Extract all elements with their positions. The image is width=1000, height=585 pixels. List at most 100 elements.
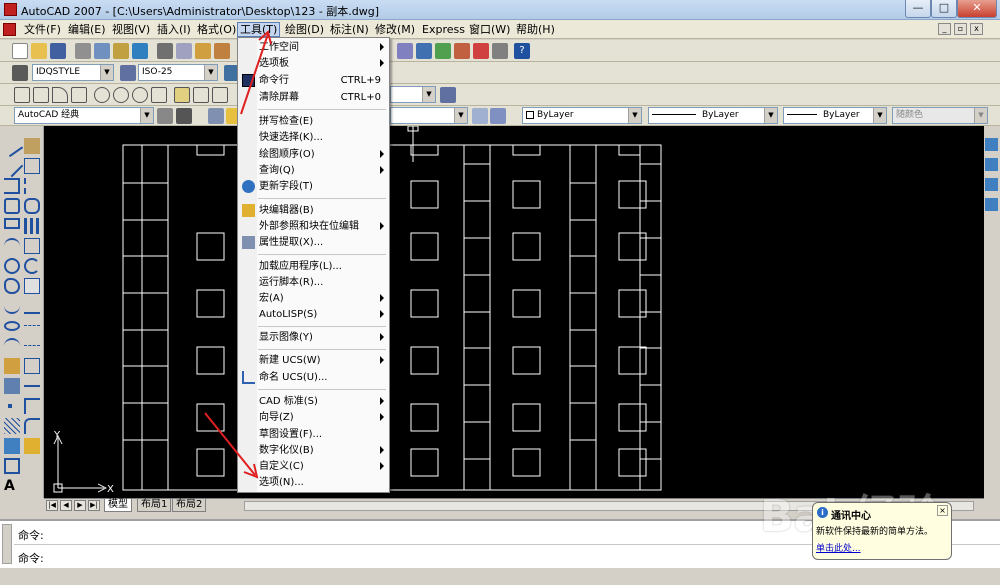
polyline-icon[interactable] [4,178,20,194]
mirror-icon[interactable] [24,178,40,194]
balloon-close-icon[interactable]: × [937,505,948,516]
menu-view[interactable]: 视图(V) [110,22,152,37]
ucs-icon[interactable] [985,138,998,151]
construction-line-icon[interactable] [0,154,24,178]
ucs-previous-icon[interactable] [985,178,998,191]
copy-icon[interactable] [176,43,192,59]
menu-item-inquiry[interactable]: 查询(Q) [238,163,389,179]
menu-item-load-application[interactable]: 加载应用程序(L)... [238,259,389,275]
menu-modify[interactable]: 修改(M) [373,22,417,37]
autocad-app-icon[interactable] [4,3,17,16]
save-workspace-icon[interactable] [176,108,192,124]
make-current-layer-icon[interactable] [472,108,488,124]
tab-model[interactable]: 模型 [104,499,132,512]
aligned-dim-icon[interactable] [33,87,49,103]
workspace-settings-icon[interactable] [157,108,173,124]
new-icon[interactable] [12,43,28,59]
trim-icon[interactable] [24,325,40,341]
dim-style-icon[interactable] [440,87,456,103]
linear-dim-icon[interactable] [14,87,30,103]
menu-item-workspaces[interactable]: 工作空间 [238,40,389,56]
revision-cloud-icon[interactable] [4,278,20,294]
help-icon[interactable]: ? [514,43,530,59]
ordinate-dim-icon[interactable] [71,87,87,103]
menu-file[interactable]: 文件(F) [22,22,63,37]
design-center-icon[interactable] [435,43,451,59]
rectangle-icon[interactable] [4,218,20,229]
point-icon[interactable] [8,404,12,408]
menu-item-xref-edit[interactable]: 外部参照和块在位编辑 [238,219,389,235]
menu-item-options[interactable]: 选项(N)... [238,475,389,491]
copy-object-icon[interactable] [24,158,40,174]
doc-minimize-button[interactable]: _ [938,23,951,35]
tab-layout1[interactable]: 布局1 [137,499,172,512]
next-tab-icon[interactable]: ▶ [74,500,86,511]
close-button[interactable]: ✕ [957,0,997,18]
menu-item-autolisp[interactable]: AutoLISP(S) [238,307,389,323]
spline-icon[interactable] [4,298,20,314]
last-tab-icon[interactable]: ▶| [88,500,100,511]
move-icon[interactable] [24,238,40,254]
scale-icon[interactable] [24,278,40,294]
menu-format[interactable]: 格式(O) [195,22,238,37]
dim-style-select-2[interactable]: ▼ [390,86,436,103]
sheet-set-icon[interactable] [397,43,413,59]
menu-express[interactable]: Express [420,22,467,37]
menu-window[interactable]: 窗口(W) [467,22,512,37]
menu-item-customize[interactable]: 自定义(C) [238,459,389,475]
arc-icon[interactable] [4,238,20,254]
ucs-world-icon[interactable] [985,158,998,171]
break-at-point-icon[interactable] [24,358,40,374]
doc-close-button[interactable]: x [970,23,983,35]
menu-tools[interactable]: 工具(T) [237,22,281,37]
prev-tab-icon[interactable]: ◀ [60,500,72,511]
menu-item-clean-screen[interactable]: 清除屏幕 CTRL+0 [238,90,389,106]
menu-item-wizards[interactable]: 向导(Z) [238,410,389,426]
menu-item-macro[interactable]: 宏(A) [238,291,389,307]
plotstyle-select[interactable]: 随颜色 ▼ [892,107,988,124]
quickcalc-icon[interactable] [492,43,508,59]
diameter-dim-icon[interactable] [132,87,148,103]
explode-icon[interactable] [24,438,40,454]
save-icon[interactable] [50,43,66,59]
menu-item-display-image[interactable]: 显示图像(Y) [238,330,389,346]
menu-item-quick-select[interactable]: 快速选择(K)... [238,130,389,146]
text-style-icon[interactable] [12,65,28,81]
menu-item-run-script[interactable]: 运行脚本(R)... [238,275,389,291]
rotate-icon[interactable] [24,258,40,274]
plot-preview-icon[interactable] [94,43,110,59]
lineweight-select[interactable]: ByLayer ▼ [783,107,887,124]
first-tab-icon[interactable]: |◀ [46,500,58,511]
multiline-text-icon[interactable]: A [4,478,20,494]
tab-layout2[interactable]: 布局2 [172,499,207,512]
erase-icon[interactable] [24,138,40,154]
menu-item-attribute-extract[interactable]: 属性提取(X)... [238,235,389,251]
text-style-select[interactable]: IDQSTYLE ▼ [32,64,114,81]
3d-dwf-icon[interactable] [132,43,148,59]
color-select[interactable]: ByLayer ▼ [522,107,642,124]
menu-item-update-fields[interactable]: 更新字段(T) [238,179,389,195]
menu-help[interactable]: 帮助(H) [514,22,557,37]
cut-icon[interactable] [157,43,173,59]
menu-draw[interactable]: 绘图(D) [283,22,326,37]
linetype-select[interactable]: ByLayer ▼ [648,107,778,124]
menu-item-block-editor[interactable]: 块编辑器(B) [238,203,389,219]
workspace-select[interactable]: AutoCAD 经典 ▼ [14,107,154,124]
radius-dim-icon[interactable] [94,87,110,103]
ucs-face-icon[interactable] [985,198,998,211]
menu-item-draw-order[interactable]: 绘图顺序(O) [238,147,389,163]
maximize-button[interactable]: □ [931,0,957,18]
ellipse-icon[interactable] [4,321,20,331]
dim-style-select[interactable]: ISO-25 ▼ [138,64,218,81]
publish-icon[interactable] [113,43,129,59]
command-grip[interactable] [2,524,12,564]
menu-item-named-ucs[interactable]: 命名 UCS(U)... [238,370,389,386]
polygon-icon[interactable] [4,198,20,214]
open-icon[interactable] [31,43,47,59]
menu-item-drafting-settings[interactable]: 草图设置(F)... [238,427,389,443]
menu-dimension[interactable]: 标注(N) [328,22,371,37]
offset-icon[interactable] [24,198,40,214]
menu-item-spelling[interactable]: 拼写检查(E) [238,114,389,130]
stretch-icon[interactable] [24,298,40,314]
ellipse-arc-icon[interactable] [4,338,20,354]
